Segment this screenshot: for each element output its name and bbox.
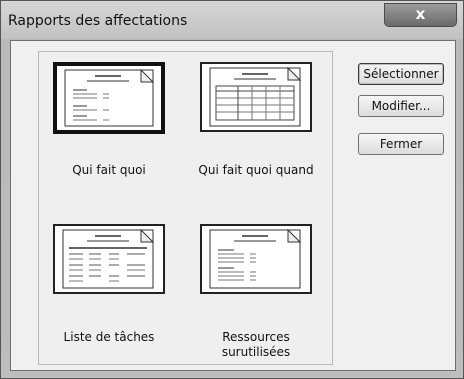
- close-window-button[interactable]: x: [384, 3, 457, 27]
- report-gallery: Qui fait quoi Qui fait quoi quand Liste …: [38, 51, 333, 365]
- title-bar[interactable]: Rapports des affectations x: [1, 1, 463, 39]
- dialog-window: Rapports des affectations x Qui fait quo…: [0, 0, 464, 379]
- report-label: Qui fait quoi quand: [198, 163, 314, 177]
- edit-button[interactable]: Modifier...: [358, 95, 444, 117]
- close-icon: x: [415, 5, 426, 23]
- dialog-content: Qui fait quoi Qui fait quoi quand Liste …: [10, 40, 456, 371]
- report-label: Liste de tâches: [63, 330, 155, 344]
- report-thumbnail[interactable]: [200, 224, 312, 294]
- report-thumbnail[interactable]: [53, 224, 165, 294]
- select-button[interactable]: Sélectionner: [358, 63, 444, 85]
- close-button[interactable]: Fermer: [358, 133, 444, 155]
- report-preview-icon: [64, 68, 155, 127]
- report-preview-icon: [209, 228, 302, 289]
- report-label: Ressources surutilisées: [221, 330, 291, 359]
- report-preview-icon: [62, 228, 155, 289]
- report-preview-icon: [209, 66, 302, 127]
- report-label: Qui fait quoi: [72, 163, 146, 177]
- report-thumbnail[interactable]: [53, 62, 165, 134]
- report-thumbnail[interactable]: [200, 62, 312, 132]
- dialog-title: Rapports des affectations: [8, 13, 188, 29]
